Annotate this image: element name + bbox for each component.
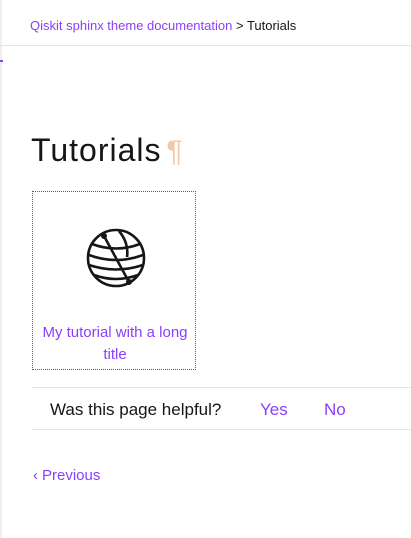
feedback-no-button[interactable]: No [324,400,346,420]
feedback-yes-button[interactable]: Yes [260,400,288,420]
page: Qiskit sphinx theme documentation > Tuto… [0,0,411,538]
tutorial-card[interactable]: My tutorial with a long title [32,191,196,370]
breadcrumb: Qiskit sphinx theme documentation > Tuto… [30,18,296,33]
sidebar-edge [0,0,2,538]
headerlink-pilcrow[interactable]: ¶ [167,135,184,168]
feedback-bar: Was this page helpful? Yes No [32,387,411,430]
chevron-left-icon: ‹ [33,467,38,484]
sidebar-active-marker [0,60,3,62]
breadcrumb-current: Tutorials [246,18,297,33]
breadcrumb-separator: > [235,18,244,33]
feedback-question: Was this page helpful? [50,400,222,419]
globe-icon [86,228,146,288]
previous-label: Previous [42,467,101,484]
tutorial-card-title[interactable]: My tutorial with a long title [33,322,197,366]
previous-page-link[interactable]: ‹ Previous [33,467,100,484]
page-title-text: Tutorials [31,132,162,168]
page-title: Tutorials ¶ [31,132,184,169]
breadcrumb-bar: Qiskit sphinx theme documentation > Tuto… [0,0,411,46]
breadcrumb-root-link[interactable]: Qiskit sphinx theme documentation [30,18,232,33]
